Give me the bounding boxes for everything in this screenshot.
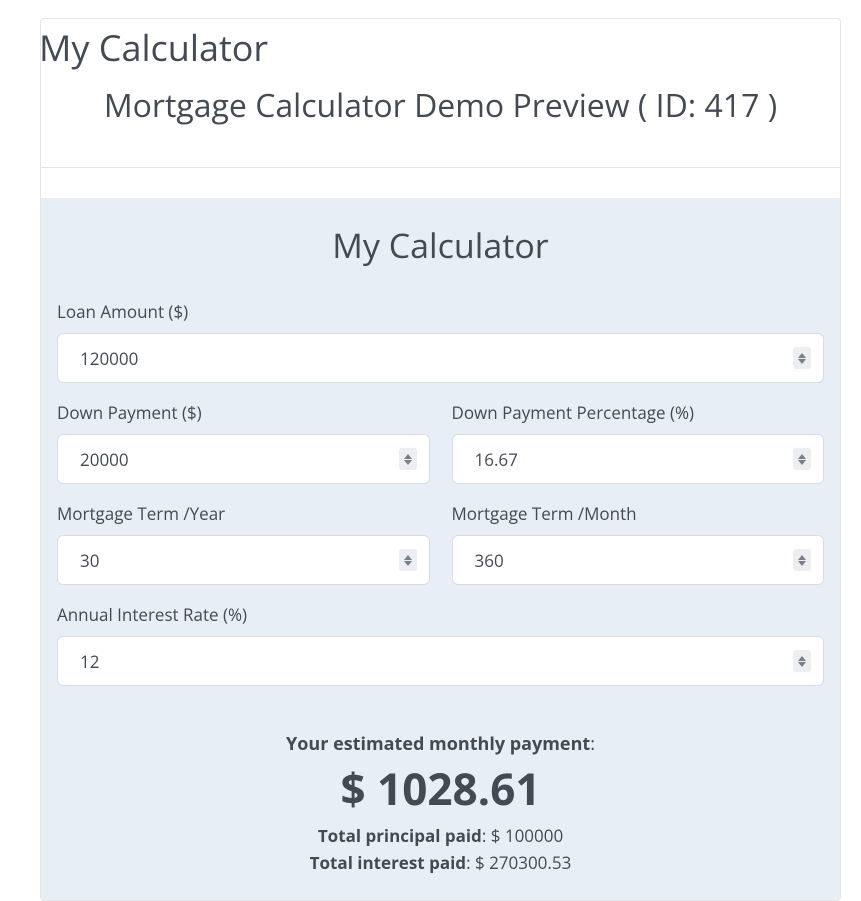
field-loan-amount: Loan Amount ($) bbox=[57, 300, 824, 383]
input-down-payment[interactable] bbox=[80, 448, 389, 471]
input-annual-rate[interactable] bbox=[80, 650, 783, 673]
label-down-payment-pct: Down Payment Percentage (%) bbox=[452, 401, 825, 424]
label-annual-rate: Annual Interest Rate (%) bbox=[57, 603, 824, 626]
interest-label: Total interest paid bbox=[310, 851, 466, 874]
input-wrap-term-year[interactable] bbox=[57, 535, 430, 585]
label-term-month: Mortgage Term /Month bbox=[452, 502, 825, 525]
estimated-label-line: Your estimated monthly payment: bbox=[41, 732, 840, 756]
stepper-icon[interactable] bbox=[793, 650, 811, 672]
field-term-month: Mortgage Term /Month bbox=[452, 502, 825, 585]
input-wrap-annual-rate[interactable] bbox=[57, 636, 824, 686]
interest-value: : $ 270300.53 bbox=[466, 851, 571, 874]
calculator-panel: My Calculator Loan Amount ($) Dow bbox=[41, 198, 840, 900]
calculator-title: My Calculator bbox=[41, 208, 840, 300]
stepper-icon[interactable] bbox=[399, 549, 417, 571]
input-term-year[interactable] bbox=[80, 549, 389, 572]
input-wrap-down-payment-pct[interactable] bbox=[452, 434, 825, 484]
input-wrap-down-payment[interactable] bbox=[57, 434, 430, 484]
estimated-colon: : bbox=[590, 732, 595, 756]
label-down-payment: Down Payment ($) bbox=[57, 401, 430, 424]
label-term-year: Mortgage Term /Year bbox=[57, 502, 430, 525]
form-area: Loan Amount ($) Down Payment ($) bbox=[41, 300, 840, 704]
input-loan-amount[interactable] bbox=[80, 347, 783, 370]
input-term-month[interactable] bbox=[475, 549, 784, 572]
field-annual-rate: Annual Interest Rate (%) bbox=[57, 603, 824, 686]
estimated-label: Your estimated monthly payment bbox=[286, 732, 590, 756]
input-wrap-loan-amount[interactable] bbox=[57, 333, 824, 383]
results-block: Your estimated monthly payment: $ 1028.6… bbox=[41, 704, 840, 900]
stepper-icon[interactable] bbox=[793, 549, 811, 571]
page-subtitle: Mortgage Calculator Demo Preview ( ID: 4… bbox=[41, 84, 840, 127]
field-down-payment: Down Payment ($) bbox=[57, 401, 430, 484]
stepper-icon[interactable] bbox=[793, 347, 811, 369]
calculator-card: My Calculator Mortgage Calculator Demo P… bbox=[40, 18, 841, 901]
principal-label: Total principal paid bbox=[318, 824, 482, 847]
page-title: My Calculator bbox=[39, 19, 840, 72]
stepper-icon[interactable] bbox=[399, 448, 417, 470]
card-header: My Calculator Mortgage Calculator Demo P… bbox=[41, 19, 840, 168]
field-term-year: Mortgage Term /Year bbox=[57, 502, 430, 585]
input-wrap-term-month[interactable] bbox=[452, 535, 825, 585]
stepper-icon[interactable] bbox=[793, 448, 811, 470]
monthly-payment: $ 1028.61 bbox=[41, 758, 840, 818]
label-loan-amount: Loan Amount ($) bbox=[57, 300, 824, 323]
field-down-payment-pct: Down Payment Percentage (%) bbox=[452, 401, 825, 484]
principal-line: Total principal paid: $ 100000 bbox=[41, 824, 840, 847]
principal-value: : $ 100000 bbox=[482, 824, 563, 847]
input-down-payment-pct[interactable] bbox=[475, 448, 784, 471]
interest-line: Total interest paid: $ 270300.53 bbox=[41, 851, 840, 874]
